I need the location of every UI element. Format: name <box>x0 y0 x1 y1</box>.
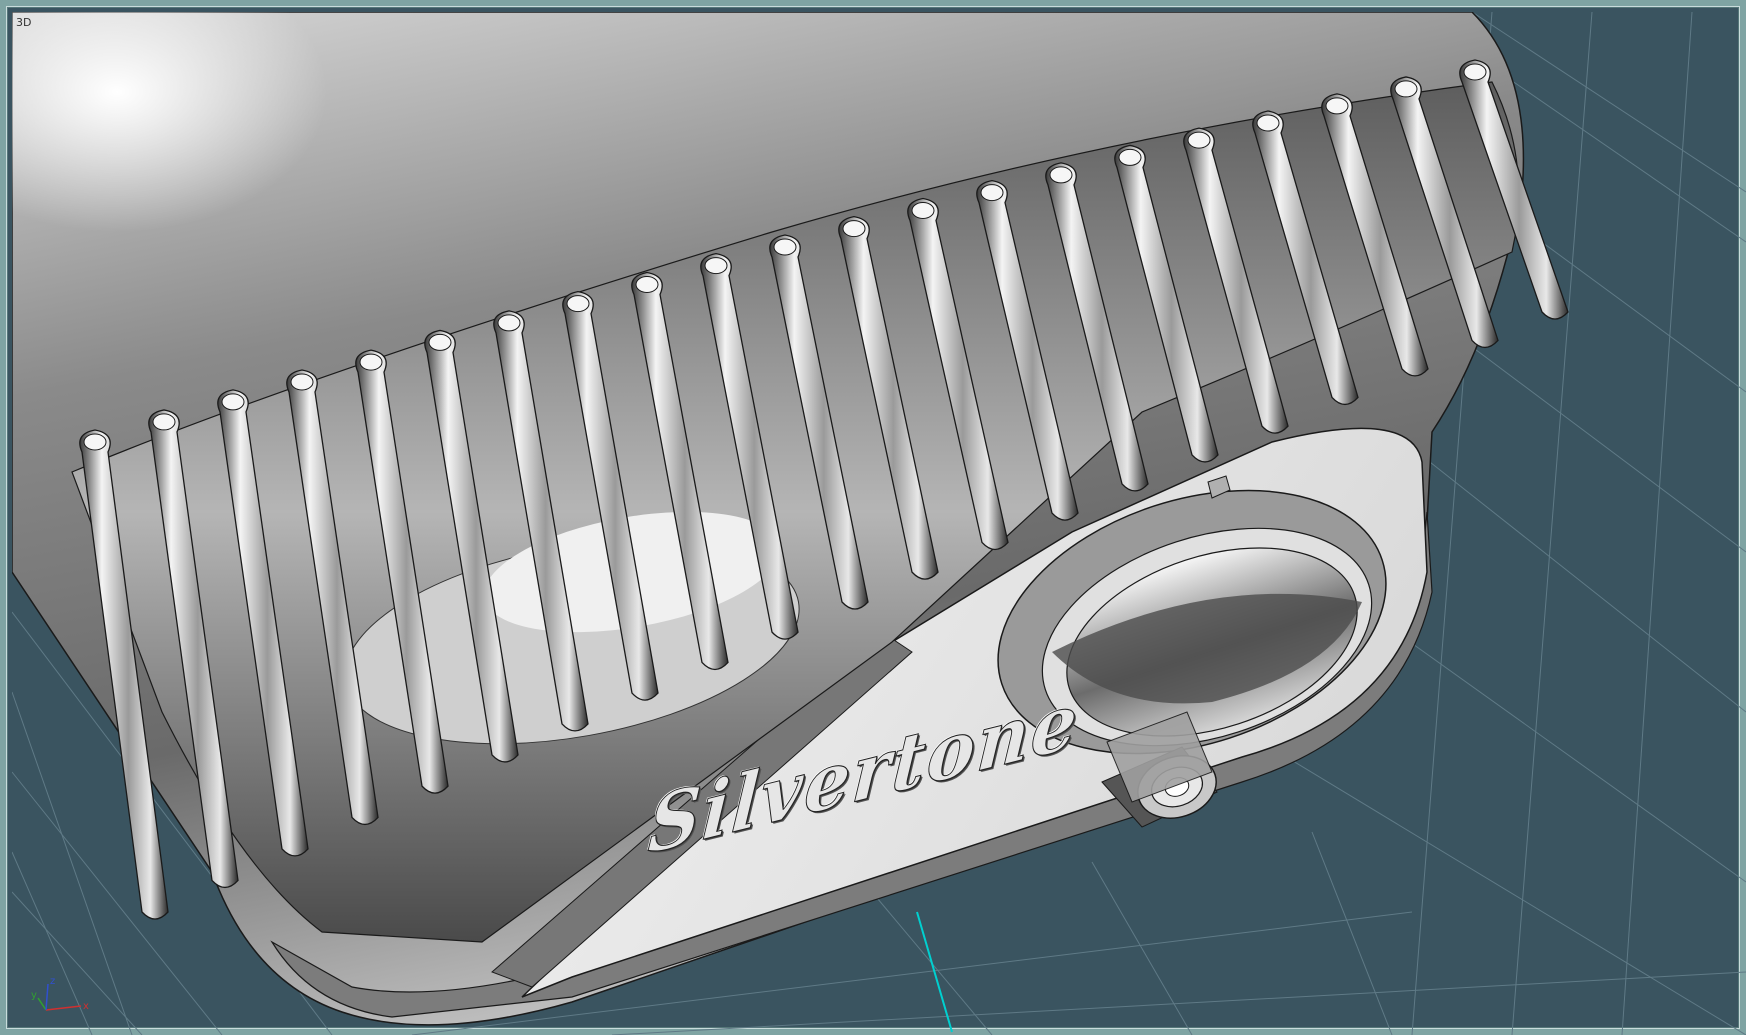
grille-bar-cap <box>566 295 590 313</box>
x-axis-line <box>45 1005 82 1011</box>
grille-bar-cap <box>1394 80 1418 98</box>
grille-bar-cap <box>1463 63 1487 81</box>
grille-bar-cap <box>1325 97 1349 115</box>
grille-bar-cap <box>83 433 107 451</box>
z-axis-label: z <box>50 976 55 987</box>
x-axis-label: x <box>83 1001 89 1012</box>
3d-viewport[interactable]: Silvertone 3D x y z <box>12 12 1746 1035</box>
viewport-label[interactable]: 3D <box>16 16 31 29</box>
grille-bar-cap <box>1049 166 1073 184</box>
grille-bar-cap <box>221 393 245 411</box>
grille-bar-cap <box>773 238 797 256</box>
grille-bar-cap <box>359 353 383 371</box>
y-axis-line <box>37 997 47 1011</box>
grille-bar-cap <box>497 314 521 332</box>
grille-bar-cap <box>1187 131 1211 149</box>
grille-bar-cap <box>980 184 1004 202</box>
z-axis-line <box>45 983 49 1011</box>
grille-bar-cap <box>152 413 176 431</box>
axis-indicator: x y z <box>31 976 89 1012</box>
grille-bar-cap <box>842 220 866 238</box>
grille-bar-cap <box>1118 148 1142 166</box>
grille-bar-cap <box>1256 114 1280 132</box>
scene-canvas[interactable] <box>12 12 1746 1035</box>
grille-bar-cap <box>911 201 935 219</box>
grille-bar-cap <box>704 257 728 275</box>
viewport-frame: Silvertone 3D x y z <box>0 0 1746 1035</box>
grille-bar-cap <box>635 275 659 293</box>
y-axis-label: y <box>31 990 37 1001</box>
grille-bar-cap <box>428 333 452 351</box>
grille-bar-cap <box>290 373 314 391</box>
